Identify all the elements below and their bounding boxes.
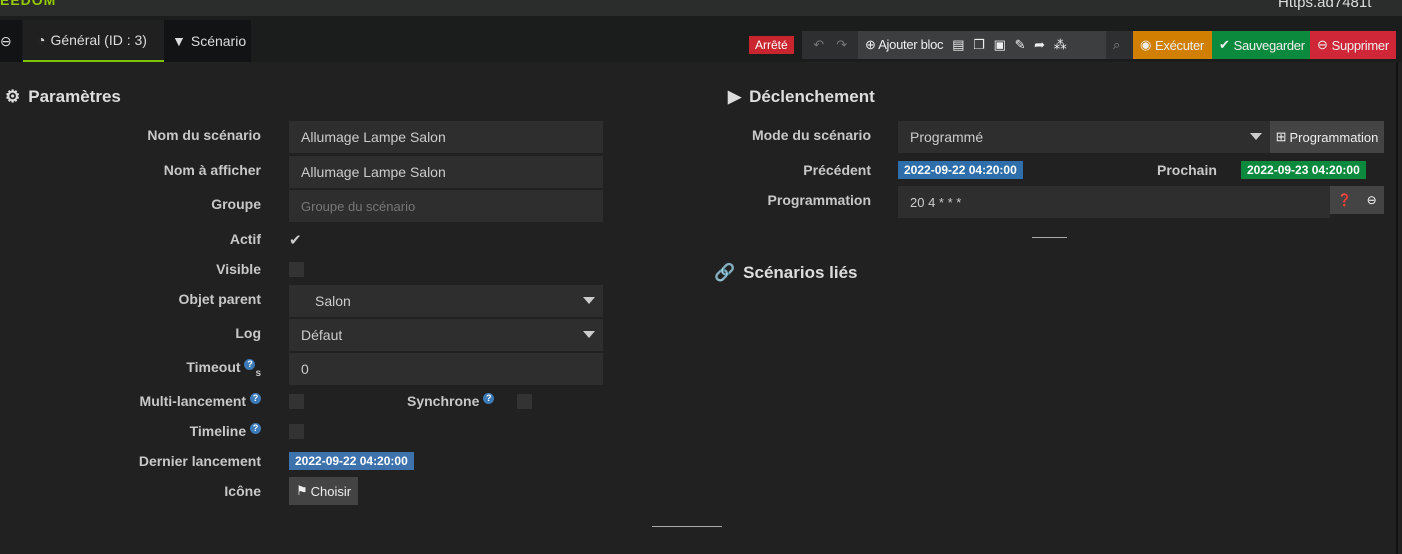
expand-icon[interactable]: ▣	[994, 37, 1006, 53]
cron-actions: ❓ ⊖	[1330, 186, 1384, 214]
parent-label: Objet parent	[178, 291, 261, 307]
parent-select[interactable]: Salon	[289, 285, 603, 317]
delete-button[interactable]: ⊖ Supprimer	[1310, 31, 1396, 59]
check-circle-icon: ✔	[1219, 37, 1230, 52]
dashboard-icon: ◔	[37, 32, 46, 48]
undo-icon[interactable]: ↶	[813, 37, 824, 53]
group-label: Groupe	[211, 196, 261, 212]
name-input[interactable]: Allumage Lampe Salon	[289, 121, 603, 153]
save-button[interactable]: ✔ Sauvegarder	[1212, 31, 1310, 59]
cron-input[interactable]: 20 4 * * *	[898, 186, 1330, 218]
mode-label: Mode du scénario	[751, 127, 871, 143]
sync-label: Synchrone ?	[407, 393, 495, 409]
help-icon[interactable]: ❓	[1337, 193, 1352, 207]
execute-button[interactable]: ◉ Exécuter	[1133, 31, 1212, 59]
programmation-label: Programmation	[767, 192, 871, 208]
minus-circle-icon: ⊖	[1317, 37, 1328, 52]
cubes-icon[interactable]: ⁂	[1054, 37, 1067, 53]
timeline-checkbox[interactable]	[289, 424, 304, 439]
top-bar	[0, 0, 1402, 16]
caret-down-icon	[583, 331, 595, 338]
icon-label: Icône	[224, 483, 261, 499]
multi-label: Multi-lancement ?	[0, 393, 261, 409]
active-label: Actif	[229, 231, 261, 247]
timeline-label: Timeline ?	[0, 423, 261, 439]
choose-icon-button[interactable]: ⚑ Choisir	[289, 477, 358, 505]
redo-icon[interactable]: ↷	[836, 37, 847, 53]
caret-down-icon	[583, 297, 595, 304]
last-run-badge: 2022-09-22 04:20:00	[289, 452, 414, 470]
timeout-input[interactable]: 0	[289, 353, 603, 385]
flag-icon: ⚑	[295, 483, 308, 498]
display-name-label: Nom à afficher	[163, 162, 261, 178]
filter-icon: ▼	[172, 33, 186, 49]
mode-select[interactable]: Programmé	[898, 121, 1270, 153]
timeout-label: Timeout ?s	[186, 359, 261, 379]
display-name-input[interactable]: Allumage Lampe Salon	[289, 156, 603, 188]
visible-checkbox[interactable]	[289, 262, 304, 277]
undo-redo-group: ↶ ↷	[802, 31, 858, 59]
help-icon[interactable]: ?	[244, 359, 256, 370]
add-programmation-button[interactable]: ⊞ Programmation	[1270, 121, 1384, 153]
divider	[652, 526, 722, 527]
document-icon[interactable]: ▤	[952, 37, 964, 53]
previous-label: Précédent	[803, 162, 871, 178]
link-icon: 🔗	[714, 263, 736, 282]
add-block-button[interactable]: ⊕ Ajouter bloc	[865, 37, 944, 53]
log-label: Log	[235, 325, 261, 341]
group-input[interactable]: Groupe du scénario	[289, 190, 603, 222]
linked-heading: 🔗 Scénarios liés	[714, 263, 858, 282]
trigger-heading: ▶ Déclenchement	[728, 87, 875, 106]
next-badge: 2022-09-23 04:20:00	[1241, 161, 1366, 179]
last-run-label: Dernier lancement	[138, 453, 261, 469]
back-button[interactable]: ⊖	[0, 20, 22, 62]
edit-toolbar: ⊕ Ajouter bloc ▤ ❐ ▣ ✎ ➦ ⁂	[858, 31, 1106, 59]
help-icon[interactable]: ?	[250, 423, 261, 434]
remove-icon[interactable]: ⊖	[1367, 193, 1377, 207]
logo[interactable]: EEDOM	[0, 0, 56, 8]
url-text: Https.ad7481t	[1278, 0, 1372, 11]
plus-square-icon: ⊞	[1275, 129, 1287, 144]
sync-checkbox[interactable]	[517, 394, 532, 409]
visible-label: Visible	[216, 261, 261, 277]
share-icon[interactable]: ➦	[1034, 37, 1045, 53]
tab-general[interactable]: ◔ Général (ID : 3)	[23, 20, 164, 62]
help-icon[interactable]: ?	[250, 393, 261, 404]
help-icon[interactable]: ?	[483, 393, 495, 404]
edit-icon[interactable]: ✎	[1015, 37, 1026, 53]
name-label: Nom du scénario	[147, 127, 261, 143]
divider	[1032, 237, 1067, 238]
scrollbar[interactable]	[1396, 62, 1398, 554]
gamepad-icon: ◉	[1140, 37, 1152, 52]
search-icon[interactable]: ⌕	[1106, 31, 1133, 59]
copy-icon[interactable]: ❐	[973, 37, 985, 53]
tab-scenario[interactable]: ▼ Scénario	[164, 20, 251, 62]
caret-down-icon	[1250, 133, 1262, 140]
next-label: Prochain	[1157, 162, 1217, 178]
log-select[interactable]: Défaut	[289, 319, 603, 351]
previous-badge: 2022-09-22 04:20:00	[898, 161, 1023, 179]
params-heading: ⚙ Paramètres	[5, 87, 121, 106]
active-checkbox[interactable]: ✔	[289, 231, 304, 249]
play-circle-icon: ▶	[728, 87, 742, 106]
users-icon: ⚙	[5, 87, 21, 106]
status-badge: Arrêté	[749, 36, 794, 54]
multi-checkbox[interactable]	[289, 394, 304, 409]
